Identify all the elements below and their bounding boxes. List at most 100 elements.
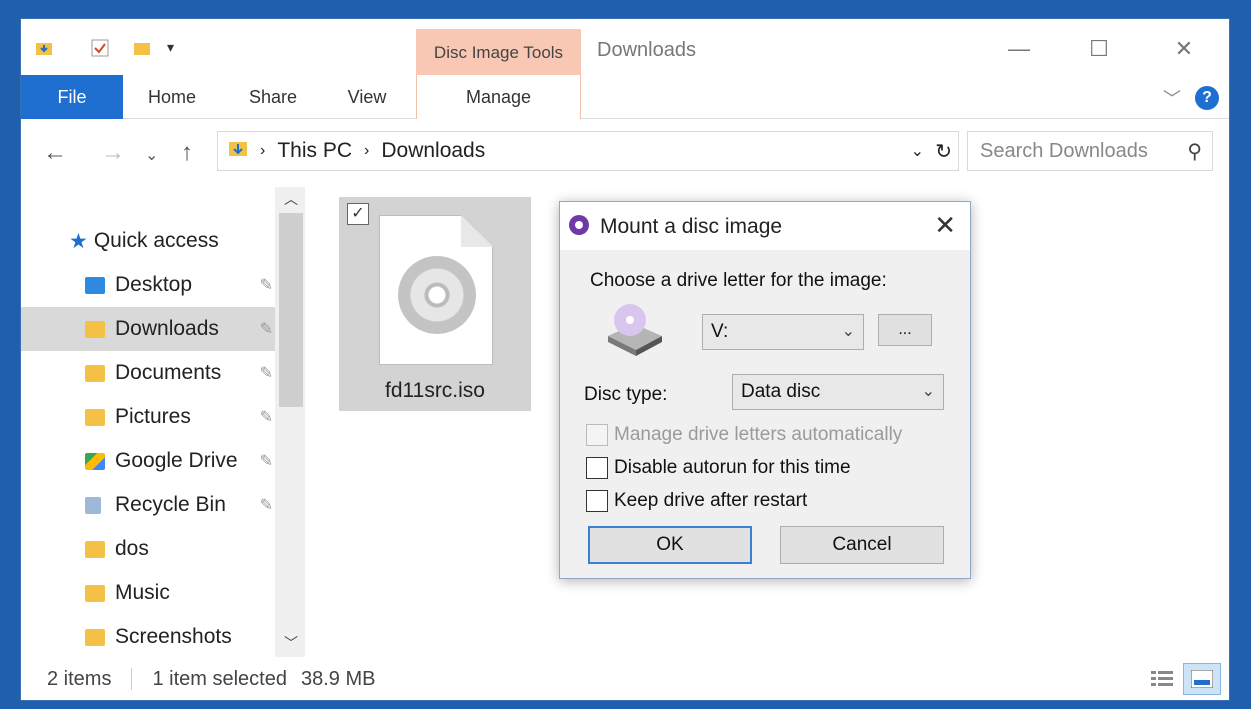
mount-disc-dialog: Mount a disc image ✕ Choose a drive lett… [559, 201, 971, 579]
breadcrumb-separator-icon: › [260, 142, 266, 159]
up-arrow-icon[interactable]: ↑ [181, 139, 193, 167]
status-bar: 2 items 1 item selected 38.9 MB [21, 659, 1229, 699]
search-placeholder: Search Downloads [980, 139, 1148, 162]
window-title: Downloads [597, 39, 696, 61]
nav-item-music[interactable]: Music [21, 571, 279, 615]
browse-button[interactable]: ... [878, 314, 932, 346]
dialog-close-icon[interactable]: ✕ [934, 210, 956, 241]
search-icon: ⚲ [1187, 140, 1202, 163]
nav-item-dos[interactable]: dos [21, 527, 279, 571]
breadcrumb-this-pc[interactable]: This PC [277, 139, 352, 163]
address-box[interactable]: › This PC › Downloads ⌄ ↻ [217, 131, 959, 171]
address-dropdown-icon[interactable]: ⌄ [911, 141, 924, 161]
dialog-app-icon [566, 212, 592, 244]
contextual-tab-header: Disc Image Tools [416, 29, 581, 77]
pin-icon[interactable]: ✎ [260, 407, 273, 427]
recent-locations-icon[interactable]: ⌄ [145, 145, 158, 165]
pictures-folder-icon [85, 408, 105, 426]
ribbon-tabs: File Home Share View Manage ﹀ ? [21, 75, 1229, 119]
documents-folder-icon [85, 364, 105, 382]
pin-icon[interactable]: ✎ [260, 495, 273, 515]
checkbox-box [586, 424, 608, 446]
downloads-folder-icon [85, 320, 105, 338]
scrollbar-thumb[interactable] [279, 213, 303, 407]
tab-share[interactable]: Share [233, 75, 313, 119]
large-icons-view-icon[interactable] [1183, 663, 1221, 695]
breadcrumb-separator-icon: › [364, 142, 370, 159]
help-icon[interactable]: ? [1195, 86, 1219, 110]
customize-qat-icon[interactable]: ▾ [167, 39, 185, 57]
disc-type-label: Disc type: [584, 384, 668, 405]
pin-icon[interactable]: ✎ [260, 451, 273, 471]
minimize-button[interactable]: — [996, 31, 1042, 67]
music-folder-icon [85, 584, 105, 602]
scroll-down-icon[interactable]: ﹀ [284, 633, 298, 653]
keep-drive-checkbox[interactable]: Keep drive after restart [586, 490, 807, 512]
drive-letter-prompt: Choose a drive letter for the image: [590, 270, 887, 291]
disable-autorun-checkbox[interactable]: Disable autorun for this time [586, 457, 851, 479]
nav-item-label: Music [115, 581, 170, 604]
details-view-icon[interactable] [1151, 669, 1173, 695]
folder-icon[interactable] [35, 39, 53, 57]
nav-item-pictures[interactable]: Pictures ✎ [21, 395, 279, 439]
nav-item-desktop[interactable]: Desktop ✎ [21, 263, 279, 307]
disc-type-select[interactable]: Data disc ⌄ [732, 374, 944, 410]
nav-item-label: Pictures [115, 405, 191, 428]
nav-item-documents[interactable]: Documents ✎ [21, 351, 279, 395]
nav-item-label: Documents [115, 361, 222, 384]
pin-icon[interactable]: ✎ [260, 275, 273, 295]
dialog-title: Mount a disc image [600, 215, 783, 238]
checkbox-checked-icon[interactable]: ✓ [347, 203, 369, 225]
disc-icon [398, 256, 476, 334]
tab-file[interactable]: File [21, 75, 123, 119]
scroll-up-icon[interactable]: ︿ [284, 189, 298, 209]
tab-view[interactable]: View [331, 75, 403, 119]
pin-icon[interactable]: ✎ [260, 319, 273, 339]
search-input[interactable]: Search Downloads ⚲ [967, 131, 1213, 171]
refresh-icon[interactable]: ↻ [935, 139, 952, 164]
file-name: fd11src.iso [385, 379, 485, 402]
cancel-button[interactable]: Cancel [780, 526, 944, 564]
nav-item-label: Quick access [93, 229, 219, 252]
maximize-button[interactable]: ☐ [1076, 31, 1122, 67]
nav-item-label: Downloads [115, 317, 219, 340]
folder-icon [85, 540, 105, 558]
explorer-window: ▾ Disc Image Tools Downloads — ☐ ✕ File … [20, 18, 1230, 701]
google-drive-folder-icon [85, 452, 105, 470]
expand-ribbon-icon[interactable]: ﹀ [1163, 85, 1181, 111]
tab-home[interactable]: Home [131, 75, 213, 119]
properties-icon[interactable] [91, 39, 109, 57]
downloads-folder-icon [228, 139, 248, 163]
file-item[interactable]: ✓ fd11src.iso [339, 197, 531, 411]
drive-icon [604, 302, 666, 363]
manage-drive-letters-checkbox[interactable]: Manage drive letters automatically [586, 424, 902, 446]
breadcrumb-downloads[interactable]: Downloads [381, 139, 485, 163]
new-folder-icon[interactable] [133, 39, 151, 57]
nav-item-label: Google Drive [115, 449, 238, 472]
drive-letter-select[interactable]: V: ⌄ [702, 314, 864, 350]
nav-item-label: Desktop [115, 273, 193, 296]
nav-item-quick-access[interactable]: ★ Quick access [21, 219, 279, 263]
nav-scrollbar[interactable]: ︿ ﹀ [275, 187, 305, 657]
forward-arrow-icon[interactable]: → [101, 139, 125, 167]
nav-item-screenshots[interactable]: Screenshots [21, 615, 279, 659]
recycle-bin-icon [85, 496, 101, 514]
checkbox-label: Manage drive letters automatically [614, 424, 903, 445]
status-size: 38.9 MB [300, 667, 376, 690]
back-arrow-icon[interactable]: ← [43, 139, 67, 167]
pin-icon[interactable]: ✎ [260, 363, 273, 383]
nav-item-recycle-bin[interactable]: Recycle Bin ✎ [21, 483, 279, 527]
tab-manage[interactable]: Manage [416, 75, 581, 119]
dialog-title-bar: Mount a disc image ✕ [560, 202, 970, 250]
chevron-down-icon: ⌄ [841, 323, 855, 340]
status-item-count: 2 items [47, 667, 112, 690]
nav-item-label: Recycle Bin [115, 493, 226, 516]
ok-button[interactable]: OK [588, 526, 752, 564]
star-icon: ★ [69, 229, 88, 253]
nav-item-downloads[interactable]: Downloads ✎ [21, 307, 279, 351]
checkbox-box [586, 457, 608, 479]
status-selected-count: 1 item selected [152, 667, 287, 690]
nav-item-google-drive[interactable]: Google Drive ✎ [21, 439, 279, 483]
drive-letter-value: V: [711, 321, 729, 342]
close-button[interactable]: ✕ [1161, 31, 1207, 67]
